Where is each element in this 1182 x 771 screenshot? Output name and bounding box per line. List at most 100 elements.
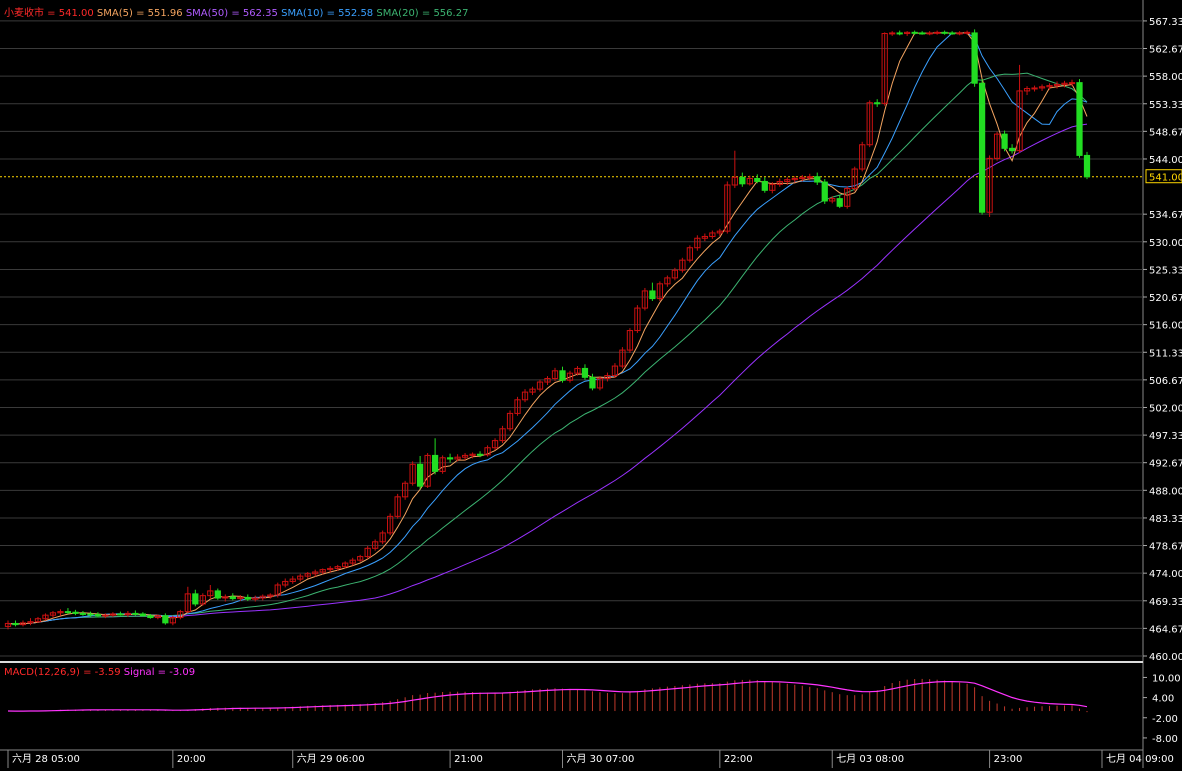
price-tick-label: 516.00 [1149,321,1182,332]
candle-body [1008,147,1016,152]
candle-body [836,198,843,207]
candle-body [581,367,589,378]
current-price-label: 541.00 [1149,173,1182,184]
price-tick-label: 558.00 [1149,72,1182,83]
price-tick-label: 488.00 [1149,486,1182,497]
macd-tick-label: 4.00 [1152,694,1174,705]
time-tick-label: 七月 03 08:00 [836,753,904,765]
candle-body [147,615,154,619]
candle-body [874,102,881,105]
price-tick-label: 497.33 [1149,431,1182,442]
candle-body [956,32,963,35]
time-tick-label: 22:00 [724,754,753,765]
candle-body [446,457,454,460]
candle-body [12,622,19,626]
sma50-line [7,123,1088,625]
sma20-line [7,72,1088,625]
candle-body [1083,154,1091,178]
candle-body [806,176,813,179]
candle-body [132,612,139,615]
candle-body [1001,133,1008,149]
candle-body [102,614,109,617]
candle-body [919,32,926,35]
candle-body [229,596,236,600]
chart-area: 567.33 562.67 558.00 553.33 548.67 544.00 534.… [0,0,1182,768]
price-tick-label: 534.67 [1149,210,1182,221]
candle-body [934,31,941,34]
price-tick-label: 530.00 [1149,238,1182,249]
candle-body [87,613,94,616]
candle-body [162,615,169,624]
candle-body [139,613,146,617]
price-tick-label: 567.33 [1149,17,1182,28]
price-tick-label: 520.67 [1149,293,1182,304]
macd-legend-value: MACD(12,26,9) = -3.59 [4,667,121,678]
candle-body [559,370,566,381]
price-tick-label: 548.67 [1149,127,1182,138]
macd-tick-label: -8.00 [1152,734,1178,745]
candle-body [476,453,484,456]
price-legend-sma5: SMA(5) = 551.96 [96,8,183,19]
candle-body [117,613,124,616]
candle-body [896,32,903,35]
candle-body [79,612,87,615]
price-chart: 567.33 562.67 558.00 553.33 548.67 544.00 534.… [0,0,1182,768]
price-tick-label: 478.67 [1149,542,1182,553]
candle-body [978,82,986,213]
price-tick-label: 492.67 [1149,459,1182,470]
price-tick-label: 553.33 [1149,100,1182,111]
candle-body [649,290,656,300]
candle-body [754,177,761,182]
candle-body [963,31,971,34]
candle-body [889,32,896,35]
candle-body [416,463,424,487]
price-tick-label: 525.33 [1149,265,1182,276]
macd-legend-signal: Signal = -3.09 [123,667,196,678]
price-tick-label: 562.67 [1149,44,1182,55]
macd-legend: MACD(12,26,9) = -3.59 Signal = -3.09 [4,667,195,678]
candle-body [821,181,828,202]
candle-body [244,596,251,600]
candle-body [814,176,821,183]
price-legend-sma50: SMA(50) = 562.35 [185,8,278,19]
candle-body [941,31,948,34]
price-legend-sma10: SMA(10) = 552.58 [281,8,374,19]
time-tick-label: 21:00 [454,754,483,765]
candle-body [971,32,978,84]
candle-body [949,32,956,35]
price-tick-label: 464.67 [1149,624,1182,635]
sma10-line [7,32,1088,625]
candle-body [1068,82,1076,85]
candle-body [739,176,746,185]
candle-body [1076,82,1083,156]
time-tick-label: 六月 28 05:00 [12,753,80,765]
price-tick-label: 506.67 [1149,376,1182,387]
candle-body [911,31,918,34]
candle-body [926,32,933,35]
time-tick-label: 六月 30 07:00 [566,753,634,765]
price-tick-label: 502.00 [1149,403,1182,414]
candle-body [72,611,79,614]
price-tick-label: 474.00 [1149,569,1182,580]
price-legend: 小麦收市 = 541.00 SMA(5) = 551.96 SMA(50) = … [4,4,468,19]
candle-body [192,593,199,605]
sma5-line [7,32,1088,625]
candle-body [64,611,72,614]
price-legend-sma20: SMA(20) = 556.27 [376,8,469,19]
candle-body [1031,87,1038,90]
time-tick-label: 六月 29 06:00 [297,753,365,765]
price-legend-close: 小麦收市 = 541.00 [4,8,94,19]
time-tick-label: 23:00 [994,754,1023,765]
price-tick-label: 469.33 [1149,597,1182,608]
candle-body [94,614,102,617]
candle-body [761,180,768,191]
candle-body [214,590,221,599]
candle-body [589,376,596,389]
macd-tick-label: 10.00 [1152,673,1181,684]
price-tick-label: 544.00 [1149,155,1182,166]
price-tick-label: 460.00 [1149,652,1182,663]
time-tick-label: 七月 04 09:00 [1106,753,1174,765]
price-tick-label: 483.33 [1149,514,1182,525]
time-tick-label: 20:00 [177,754,206,765]
macd-tick-label: -2.00 [1152,714,1178,725]
